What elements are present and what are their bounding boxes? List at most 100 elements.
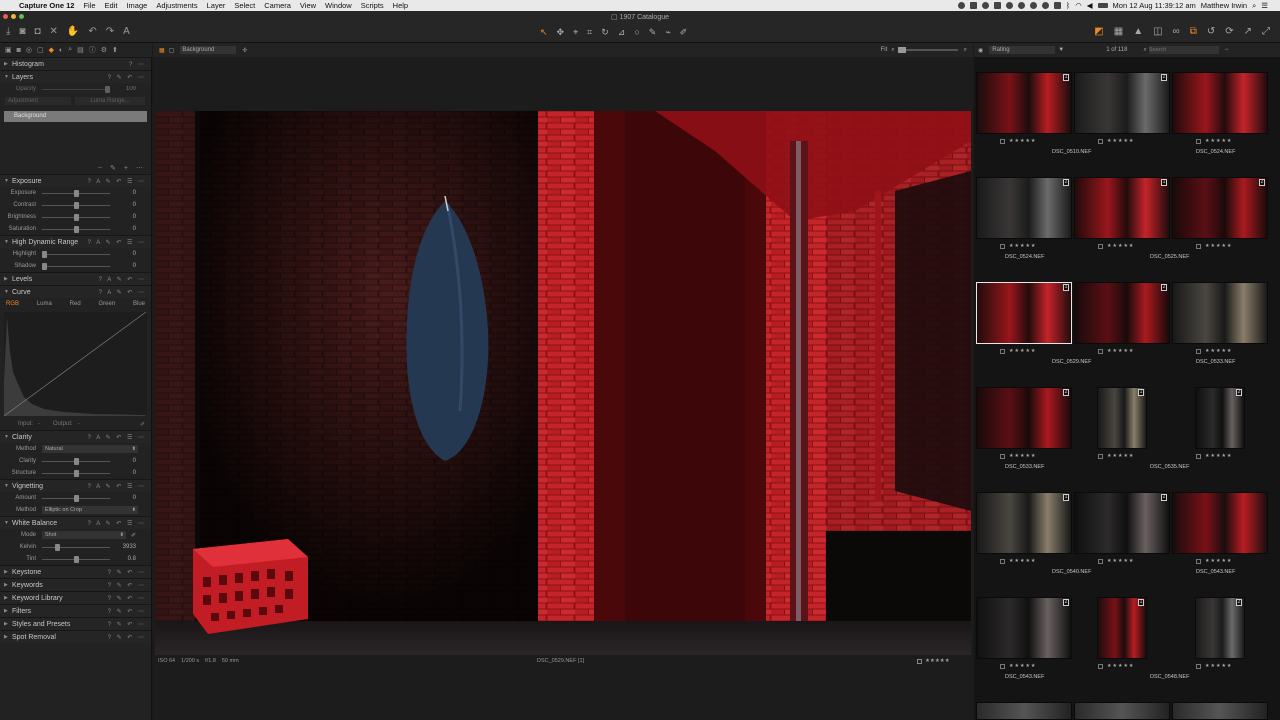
wb-mode-select[interactable]: Shot [42, 531, 126, 539]
curve-graph[interactable] [3, 311, 147, 417]
clock-text[interactable]: Mon 12 Aug 11:39:12 am [1113, 1, 1196, 10]
rating-stars[interactable]: ★★★★★ [1205, 558, 1232, 564]
thumbnail[interactable] [1097, 597, 1147, 659]
sync-icon[interactable]: ⟳ [1225, 26, 1233, 37]
slider[interactable] [42, 262, 110, 270]
section-keyword-library[interactable]: ▶ Keyword Library ? ✎ ↶ ⋯ [0, 591, 151, 604]
tab-metadata[interactable]: ⚙ [101, 46, 107, 54]
thumbnail[interactable] [976, 492, 1072, 554]
cursor-tool-icon[interactable]: ↖ [540, 27, 548, 38]
select-checkbox[interactable] [1098, 454, 1103, 459]
layer-background[interactable]: Background [4, 111, 147, 122]
rating-stars[interactable]: ★★★★★ [1009, 558, 1036, 564]
loupe-tool-icon[interactable]: ⌖ [573, 27, 578, 38]
thumbnail[interactable] [976, 597, 1072, 659]
select-checkbox[interactable] [1196, 349, 1201, 354]
opacity-slider[interactable] [42, 85, 110, 93]
tab-local[interactable]: ▤ [77, 46, 84, 54]
rating-stars[interactable]: ★★★★★ [1009, 138, 1036, 144]
vignetting-header[interactable]: ▼ Vignetting? A ✎ ↶ ☰ ⋯ [0, 479, 151, 492]
layer-add-icon[interactable]: + [124, 165, 128, 172]
status-icon[interactable] [1005, 2, 1013, 9]
select-checkbox[interactable] [1196, 664, 1201, 669]
status-icon[interactable] [1029, 2, 1037, 9]
thumbnail[interactable] [1172, 72, 1268, 134]
section-tools[interactable]: ? ✎ ↶ ⋯ [108, 608, 146, 615]
menu-select[interactable]: Select [234, 1, 255, 10]
slider[interactable] [42, 543, 110, 551]
clarity-method-select[interactable]: Natural [42, 445, 138, 453]
layers-header[interactable]: ▼ Layers? ✎ ↶ ⋯ [0, 70, 151, 83]
thumbnail[interactable] [1097, 387, 1147, 449]
rating-stars[interactable]: ★★★★★ [1107, 243, 1134, 249]
select-checkbox[interactable] [1098, 664, 1103, 669]
status-icon[interactable] [969, 2, 977, 9]
bluetooth-icon[interactable]: ᛒ [1066, 1, 1071, 10]
hand-icon[interactable]: ✋ [67, 26, 79, 37]
rating-stars[interactable]: ★★★★★ [1107, 453, 1134, 459]
rating-stars[interactable]: ★★★★★ [1009, 663, 1036, 669]
menu-list-icon[interactable]: ☰ [1261, 1, 1268, 10]
thumbnail[interactable] [976, 177, 1072, 239]
section-tools[interactable]: ? ⋯ [129, 61, 146, 68]
slider-knob[interactable] [55, 543, 60, 551]
section-tools[interactable]: ? ✎ ↶ ⋯ [108, 595, 146, 602]
section-keystone[interactable]: ▶ Keystone ? ✎ ↶ ⋯ [0, 565, 151, 578]
sort-select[interactable]: Rating [989, 46, 1056, 54]
tab-color[interactable]: ◆ [49, 46, 54, 54]
curve-tab-green[interactable]: Green [98, 301, 115, 307]
tab-library[interactable]: ▣ [5, 46, 12, 54]
thumbnail[interactable] [1074, 702, 1170, 720]
slider-knob[interactable] [74, 469, 79, 477]
curve-tab-rgb[interactable]: RGB [6, 301, 19, 307]
tab-adjustments[interactable]: ⓘ [89, 45, 96, 55]
slider-knob[interactable] [74, 201, 79, 209]
undo-icon[interactable]: ↶ [88, 26, 96, 37]
slider[interactable] [42, 555, 110, 563]
disclosure-icon[interactable]: ▶ [4, 621, 12, 627]
image-viewer[interactable]: ISO 64 1/200 s f/1.8 50 mm DSC_0529.NEF … [153, 57, 973, 720]
curve-line[interactable] [3, 311, 147, 417]
thumbnail[interactable] [1074, 492, 1170, 554]
rating-stars[interactable]: ★★★★★ [1009, 243, 1036, 249]
wifi-icon[interactable]: ◠ [1075, 1, 1082, 10]
select-checkbox[interactable] [1000, 139, 1005, 144]
clear-search-icon[interactable]: − [1225, 47, 1229, 53]
section-tools[interactable]: ? ✎ ↶ ⋯ [108, 582, 146, 589]
section-tools[interactable]: ? ✎ ↶ ⋯ [108, 634, 146, 641]
select-checkbox[interactable] [1000, 664, 1005, 669]
section-tools[interactable]: ? A ✎ ↶ ⋯ [99, 276, 146, 283]
slider[interactable] [42, 213, 110, 221]
eye-icon[interactable]: ◉ [978, 47, 983, 54]
tab-capture[interactable]: ◙ [17, 47, 21, 54]
status-icon[interactable] [1017, 2, 1025, 9]
layer-delete-icon[interactable]: − [98, 165, 102, 172]
copy-adjustments-icon[interactable]: ⧉ [1190, 26, 1197, 37]
thumbnail[interactable] [976, 702, 1072, 720]
status-icon[interactable] [1053, 2, 1061, 9]
search-input[interactable] [1148, 46, 1219, 54]
slider-knob[interactable] [74, 555, 79, 563]
loupe-icon[interactable]: ⌕ [964, 47, 967, 54]
curve-tab-red[interactable]: Red [70, 301, 81, 307]
brush-tool-icon[interactable]: ✎ [649, 27, 657, 38]
menu-camera[interactable]: Camera [264, 1, 291, 10]
disclosure-icon[interactable]: ▶ [4, 569, 12, 575]
disclosure-icon[interactable]: ▶ [4, 595, 12, 601]
thumbnail[interactable] [1074, 282, 1170, 344]
slider[interactable] [42, 189, 110, 197]
menu-window[interactable]: Window [325, 1, 352, 10]
menu-help[interactable]: Help [393, 1, 408, 10]
text-icon[interactable]: A [123, 26, 130, 37]
status-icon[interactable] [1041, 2, 1049, 9]
select-checkbox[interactable] [1000, 559, 1005, 564]
slider[interactable] [42, 457, 110, 465]
capture-icon[interactable]: ◙ [19, 26, 25, 37]
curve-header[interactable]: ▼ Curve? A ✎ ↶ ⋯ [0, 285, 151, 298]
multi-view-icon[interactable]: ▢ [169, 47, 175, 54]
slider-knob[interactable] [74, 225, 79, 233]
search-icon[interactable]: ⌕ [1252, 1, 1256, 11]
menu-layer[interactable]: Layer [207, 1, 226, 10]
proof-icon[interactable]: ◫ [1153, 26, 1162, 37]
picker-tool-icon[interactable]: ⌁ [665, 27, 670, 38]
